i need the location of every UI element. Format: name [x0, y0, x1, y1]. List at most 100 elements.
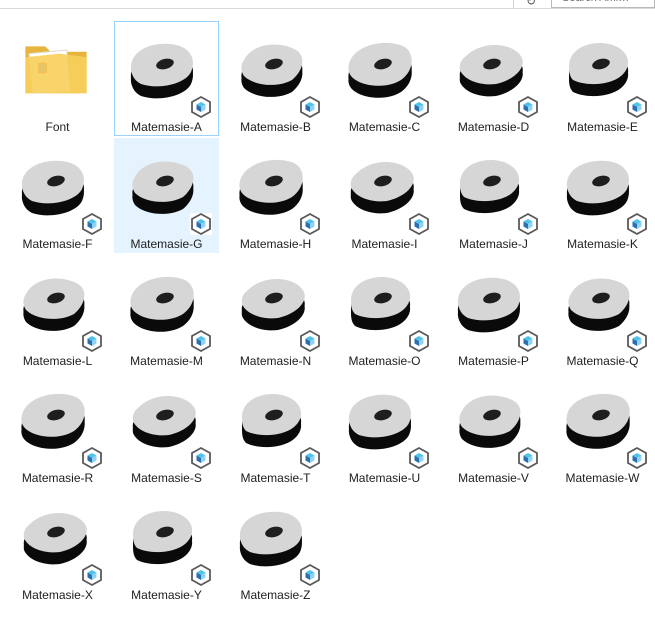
font-file-item[interactable]: Matemasie-U: [332, 372, 437, 487]
font-file-item[interactable]: Matemasie-V: [441, 372, 546, 487]
font-file-item[interactable]: Matemasie-G: [114, 138, 219, 253]
font-file-item[interactable]: Matemasie-O: [332, 255, 437, 370]
font-glyph-preview: [566, 393, 630, 449]
font-file-item[interactable]: Matemasie-B: [223, 21, 328, 136]
file-name-label: Matemasie-S: [131, 471, 202, 485]
font-glyph-preview: [133, 510, 193, 565]
font-file-item[interactable]: Matemasie-H: [223, 138, 328, 253]
font-file-item[interactable]: Matemasie-K: [550, 138, 655, 253]
font-type-badge-icon: [408, 212, 430, 236]
font-glyph-preview: [350, 161, 414, 214]
font-file-item[interactable]: Matemasie-E: [550, 21, 655, 136]
file-name-label: Matemasie-X: [22, 588, 93, 602]
font-glyph-preview: [241, 278, 305, 331]
font-type-badge-icon: [190, 563, 212, 587]
font-file-item[interactable]: Matemasie-X: [5, 489, 110, 604]
font-type-badge-icon: [517, 212, 539, 236]
font-glyph-preview: [21, 393, 85, 449]
font-file-item[interactable]: Matemasie-S: [114, 372, 219, 487]
font-type-badge-icon: [299, 446, 321, 470]
font-file-item[interactable]: Matemasie-F: [5, 138, 110, 253]
font-type-badge-icon: [626, 95, 648, 119]
font-type-badge-icon: [81, 212, 103, 236]
font-file-item[interactable]: Matemasie-Q: [550, 255, 655, 370]
file-name-label: Matemasie-V: [458, 471, 529, 485]
font-type-badge-icon: [81, 446, 103, 470]
font-glyph-preview: [569, 42, 629, 97]
font-glyph-preview: [132, 395, 196, 448]
file-name-label: Matemasie-T: [240, 471, 311, 485]
font-type-badge-icon: [408, 329, 430, 353]
file-name-label: Matemasie-D: [457, 120, 530, 134]
font-glyph-preview: [568, 278, 630, 331]
font-file-item[interactable]: Matemasie-L: [5, 255, 110, 370]
font-glyph-preview: [242, 393, 302, 448]
font-type-badge-icon: [190, 212, 212, 236]
file-name-label: Matemasie-W: [565, 471, 640, 485]
folder-item[interactable]: Font: [5, 21, 110, 136]
file-name-label: Matemasie-I: [351, 237, 418, 251]
file-name-label: Matemasie-L: [22, 354, 93, 368]
font-glyph-preview: [351, 276, 411, 331]
font-type-badge-icon: [299, 212, 321, 236]
font-type-badge-icon: [408, 446, 430, 470]
font-glyph-preview: [459, 395, 521, 448]
font-glyph-preview: [241, 44, 303, 97]
font-file-item[interactable]: Matemasie-C: [332, 21, 437, 136]
font-file-item[interactable]: Matemasie-J: [441, 138, 546, 253]
font-glyph-preview: [457, 277, 520, 333]
font-type-badge-icon: [190, 446, 212, 470]
file-name-label: Matemasie-K: [567, 237, 638, 251]
font-glyph-preview: [348, 394, 411, 450]
file-name-label: Matemasie-C: [348, 120, 421, 134]
file-name-label: Matemasie-U: [348, 471, 421, 485]
file-name-label: Matemasie-H: [239, 237, 312, 251]
font-file-item[interactable]: Matemasie-R: [5, 372, 110, 487]
font-glyph-preview: [21, 160, 84, 216]
file-name-label: Matemasie-P: [458, 354, 529, 368]
file-name-label: Matemasie-G: [130, 237, 203, 251]
font-type-badge-icon: [299, 329, 321, 353]
font-type-badge-icon: [626, 212, 648, 236]
file-name-label: Font: [45, 120, 70, 134]
font-file-item[interactable]: Matemasie-T: [223, 372, 328, 487]
font-file-item[interactable]: Matemasie-P: [441, 255, 546, 370]
font-type-badge-icon: [299, 563, 321, 587]
file-name-label: Matemasie-Y: [131, 588, 202, 602]
font-file-item[interactable]: Matemasie-I: [332, 138, 437, 253]
font-glyph-preview: [23, 512, 87, 565]
file-grid: Font Matemasie-A Matemasie-B Matemasie-C: [0, 0, 655, 622]
file-name-label: Matemasie-B: [240, 120, 311, 134]
font-glyph-preview: [348, 42, 412, 98]
font-file-item[interactable]: Matemasie-A: [114, 21, 219, 136]
file-name-label: Matemasie-N: [239, 354, 312, 368]
font-type-badge-icon: [517, 95, 539, 119]
font-file-item[interactable]: Matemasie-Y: [114, 489, 219, 604]
font-type-badge-icon: [626, 446, 648, 470]
font-file-item[interactable]: Matemasie-M: [114, 255, 219, 370]
font-glyph-preview: [132, 161, 194, 214]
font-glyph-preview: [239, 511, 302, 567]
font-type-badge-icon: [626, 329, 648, 353]
font-type-badge-icon: [81, 563, 103, 587]
font-file-item[interactable]: Matemasie-W: [550, 372, 655, 487]
font-file-item[interactable]: Matemasie-Z: [223, 489, 328, 604]
font-glyph-preview: [459, 44, 523, 97]
font-file-item[interactable]: Matemasie-N: [223, 255, 328, 370]
file-name-label: Matemasie-R: [21, 471, 94, 485]
font-type-badge-icon: [408, 95, 430, 119]
file-name-label: Matemasie-O: [348, 354, 421, 368]
font-glyph-preview: [239, 159, 303, 215]
font-glyph-preview: [460, 159, 520, 214]
font-glyph-preview: [566, 160, 629, 216]
file-name-label: Matemasie-E: [567, 120, 638, 134]
font-type-badge-icon: [190, 95, 212, 119]
folder-icon: [25, 46, 87, 94]
file-name-label: Matemasie-F: [22, 237, 93, 251]
font-type-badge-icon: [299, 95, 321, 119]
font-type-badge-icon: [190, 329, 212, 353]
font-file-item[interactable]: Matemasie-D: [441, 21, 546, 136]
font-type-badge-icon: [517, 446, 539, 470]
file-name-label: Matemasie-Z: [240, 588, 311, 602]
font-type-badge-icon: [81, 329, 103, 353]
